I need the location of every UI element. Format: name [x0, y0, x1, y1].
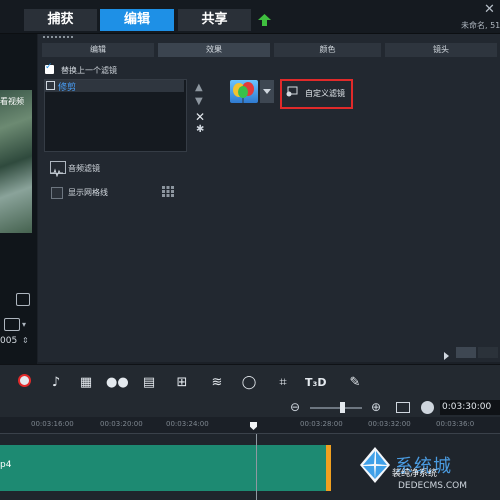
- record-icon[interactable]: [14, 374, 34, 392]
- auto-music-icon[interactable]: ▦: [76, 374, 96, 392]
- move-up-icon[interactable]: ▲: [195, 82, 203, 93]
- dropdown-icon[interactable]: ▾: [22, 320, 26, 329]
- preview-image: [0, 90, 32, 233]
- ruler-label: 00:03:36:0: [436, 420, 475, 428]
- custom-filter-icon: [286, 86, 298, 97]
- filter-icon: [46, 81, 55, 90]
- motion-tracking-icon[interactable]: ●●: [106, 374, 129, 392]
- ruler-label: 00:03:16:00: [31, 420, 74, 428]
- option-tab-color[interactable]: 颜色: [274, 43, 381, 57]
- option-tab-effect[interactable]: 效果: [158, 43, 270, 57]
- replace-filter-checkbox[interactable]: [45, 62, 54, 74]
- aspect-icon[interactable]: [4, 318, 20, 331]
- move-down-icon[interactable]: ▼: [195, 96, 203, 107]
- option-tab-lens[interactable]: 镜头: [385, 43, 497, 57]
- audio-mixer-icon[interactable]: ♪: [46, 374, 66, 392]
- filter-item-label: 修剪: [58, 83, 77, 93]
- presets-dropdown[interactable]: [260, 80, 274, 103]
- panel-grip[interactable]: [43, 36, 73, 41]
- pan-zoom-icon[interactable]: ⌗: [273, 374, 293, 392]
- panel-play-icon[interactable]: [444, 352, 449, 360]
- audio-filter-label[interactable]: 音频滤镜: [68, 163, 100, 174]
- presets-thumbnail[interactable]: [230, 80, 258, 103]
- stepper-icon[interactable]: ⇕: [22, 336, 29, 345]
- balloons-icon: [233, 82, 254, 103]
- multi-camera-icon[interactable]: ⊞: [172, 374, 192, 392]
- audio-filter-icon[interactable]: [50, 161, 66, 178]
- zoom-slider-handle[interactable]: [340, 402, 345, 413]
- snapshot-icon[interactable]: [16, 293, 30, 306]
- option-tab-edit[interactable]: 编辑: [42, 43, 154, 57]
- ruler-label: 00:03:20:00: [100, 420, 143, 428]
- fit-to-window-icon[interactable]: [396, 402, 410, 413]
- watermark-logo: [360, 447, 390, 483]
- preview-overlay-title: 看视频: [0, 97, 24, 106]
- batch-edit-icon[interactable]: ✎: [345, 374, 365, 392]
- ruler-label: 00:03:24:00: [166, 420, 209, 428]
- zoom-in-icon[interactable]: ⊕: [371, 400, 381, 414]
- 3d-title-icon[interactable]: T₃D: [305, 374, 326, 392]
- ruler-label: 00:03:28:00: [300, 420, 343, 428]
- video-clip[interactable]: [0, 445, 330, 491]
- tab-capture[interactable]: 捕获: [24, 9, 97, 31]
- mask-icon[interactable]: ◯: [239, 374, 259, 392]
- view-mode-timeline[interactable]: [478, 347, 498, 358]
- subtitle-icon[interactable]: ▤: [139, 374, 159, 392]
- custom-filter-label: 自定义滤镜: [305, 89, 345, 98]
- clip-label: p4: [0, 460, 12, 470]
- watermark-slogan: 装纯净系统: [392, 469, 438, 479]
- close-icon[interactable]: ✕: [484, 2, 495, 17]
- ruler-label: 00:03:32:00: [368, 420, 411, 428]
- zoom-slider[interactable]: [310, 407, 362, 409]
- show-grid-checkbox[interactable]: [51, 187, 63, 199]
- playhead-line: [256, 434, 257, 500]
- clock-icon: [421, 401, 434, 414]
- total-duration: 0:03:30:00: [440, 400, 500, 415]
- window-title: 未命名, 512: [461, 21, 500, 30]
- tab-edit[interactable]: 编辑: [100, 9, 174, 31]
- timecode[interactable]: 005: [0, 336, 17, 346]
- upload-arrow-icon[interactable]: [257, 13, 272, 27]
- tab-share[interactable]: 共享: [178, 9, 251, 31]
- zoom-out-icon[interactable]: ⊖: [290, 400, 300, 414]
- settings-icon[interactable]: ✱: [196, 124, 204, 135]
- show-grid-label: 显示网格线: [68, 188, 108, 197]
- watermark-url: DEDECMS.COM: [398, 481, 467, 491]
- grid-settings-icon[interactable]: [161, 185, 175, 198]
- motion-path-icon[interactable]: ≋: [207, 374, 227, 392]
- clip-trim-handle[interactable]: [326, 445, 331, 491]
- replace-filter-label: 替换上一个滤镜: [61, 66, 117, 75]
- view-mode-storyboard[interactable]: [456, 347, 476, 358]
- delete-icon[interactable]: ✕: [195, 110, 205, 124]
